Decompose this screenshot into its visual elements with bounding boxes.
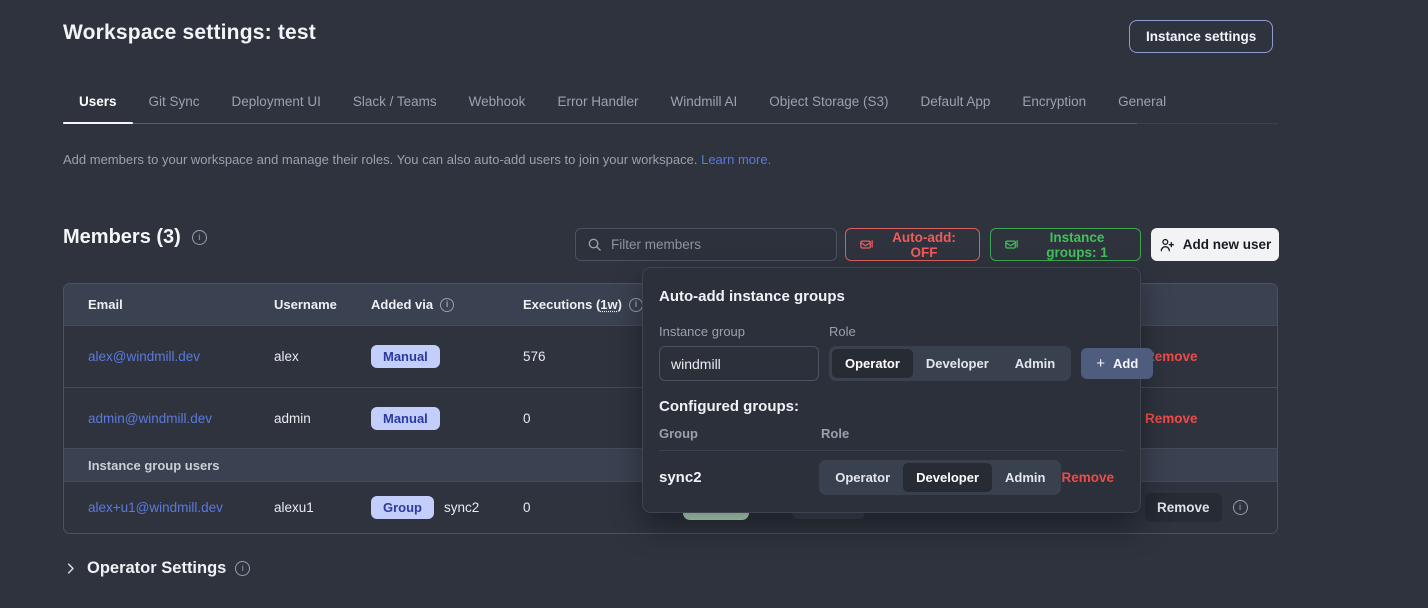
tab-windmill-ai[interactable]: Windmill AI <box>654 88 753 123</box>
member-email-link[interactable]: alex+u1@windmill.dev <box>88 500 223 515</box>
auto-add-instance-groups-popup: Auto-add instance groups Instance group … <box>642 267 1141 513</box>
role-option-operator[interactable]: Operator <box>832 349 913 378</box>
role-segmented-control: Operator Developer Admin <box>829 346 1071 381</box>
filter-members-input[interactable] <box>611 237 825 252</box>
members-info-icon[interactable] <box>192 230 207 245</box>
remove-group-button[interactable]: Remove <box>1061 470 1114 485</box>
role-option-operator[interactable]: Operator <box>822 463 903 492</box>
added-via-badge[interactable]: Group <box>371 496 434 519</box>
tab-deployment-ui[interactable]: Deployment UI <box>216 88 337 123</box>
add-new-user-button[interactable]: Add new user <box>1151 228 1279 261</box>
remove-info-icon[interactable] <box>1233 500 1248 515</box>
remove-member-button[interactable]: Remove <box>1145 493 1222 522</box>
added-via-info-icon[interactable] <box>440 298 454 312</box>
members-count-title: Members (3) <box>63 226 181 249</box>
description-text: Add members to your workspace and manage… <box>63 152 697 167</box>
operator-settings-toggle[interactable]: Operator Settings <box>63 559 250 578</box>
tab-slack-teams[interactable]: Slack / Teams <box>337 88 453 123</box>
configured-groups-columns: Group Role <box>659 426 1124 441</box>
instance-settings-button[interactable]: Instance settings <box>1129 20 1273 53</box>
filter-members-box <box>575 228 837 261</box>
mail-group-icon <box>1004 237 1019 252</box>
role-option-admin[interactable]: Admin <box>1002 349 1068 378</box>
tab-default-app[interactable]: Default App <box>905 88 1007 123</box>
remove-member-button[interactable]: Remove <box>1145 411 1198 426</box>
add-group-button[interactable]: + Add <box>1081 348 1153 379</box>
configured-group-name: sync2 <box>659 469 819 486</box>
member-username: alex <box>274 349 371 364</box>
search-icon <box>587 237 602 252</box>
role-option-admin[interactable]: Admin <box>992 463 1058 492</box>
instance-group-input[interactable] <box>659 346 819 381</box>
popup-title: Auto-add instance groups <box>659 288 1124 305</box>
tab-users[interactable]: Users <box>63 88 133 123</box>
added-via-badge[interactable]: Manual <box>371 345 440 368</box>
divider <box>659 450 1124 451</box>
member-username: admin <box>274 411 371 426</box>
plus-icon: + <box>1096 355 1105 372</box>
mail-icon <box>859 237 874 252</box>
col-header-email: Email <box>88 297 274 312</box>
chevron-right-icon <box>63 561 78 576</box>
group-column-label: Group <box>659 426 821 441</box>
tab-bar: Users Git Sync Deployment UI Slack / Tea… <box>63 88 1278 124</box>
tab-encryption[interactable]: Encryption <box>1006 88 1102 123</box>
added-via-badge[interactable]: Manual <box>371 407 440 430</box>
page-description: Add members to your workspace and manage… <box>63 152 771 167</box>
operator-settings-label: Operator Settings <box>87 559 226 578</box>
role-label: Role <box>829 324 1071 339</box>
member-email-link[interactable]: alex@windmill.dev <box>88 349 200 364</box>
tab-git-sync[interactable]: Git Sync <box>133 88 216 123</box>
popup-add-form: Instance group Role Operator Developer A… <box>659 324 1124 381</box>
tab-object-storage[interactable]: Object Storage (S3) <box>753 88 904 123</box>
role-segmented-control: Operator Developer Admin <box>819 460 1061 495</box>
member-username: alexu1 <box>274 500 371 515</box>
role-option-developer[interactable]: Developer <box>913 349 1002 378</box>
col-header-added-via: Added via <box>371 297 523 312</box>
member-email-link[interactable]: admin@windmill.dev <box>88 411 212 426</box>
configured-group-row: sync2 Operator Developer Admin Remove <box>659 460 1124 495</box>
col-header-username: Username <box>274 297 371 312</box>
configured-groups-heading: Configured groups: <box>659 398 1124 415</box>
page-title: Workspace settings: test <box>63 21 316 45</box>
added-via-group-name: sync2 <box>444 500 479 515</box>
role-option-developer[interactable]: Developer <box>903 463 992 492</box>
tab-webhook[interactable]: Webhook <box>453 88 542 123</box>
operator-settings-info-icon[interactable] <box>235 561 250 576</box>
members-heading: Members (3) <box>63 226 207 249</box>
tab-general[interactable]: General <box>1102 88 1182 123</box>
instance-group-label: Instance group <box>659 324 819 339</box>
learn-more-link[interactable]: Learn more. <box>701 152 771 167</box>
user-plus-icon <box>1159 237 1175 253</box>
instance-groups-button[interactable]: Instance groups: 1 <box>990 228 1141 261</box>
executions-info-icon[interactable] <box>629 298 643 312</box>
role-column-label: Role <box>821 426 1124 441</box>
tab-error-handler[interactable]: Error Handler <box>541 88 654 123</box>
auto-add-button[interactable]: Auto-add: OFF <box>845 228 980 261</box>
tab-list: Users Git Sync Deployment UI Slack / Tea… <box>63 88 1137 124</box>
